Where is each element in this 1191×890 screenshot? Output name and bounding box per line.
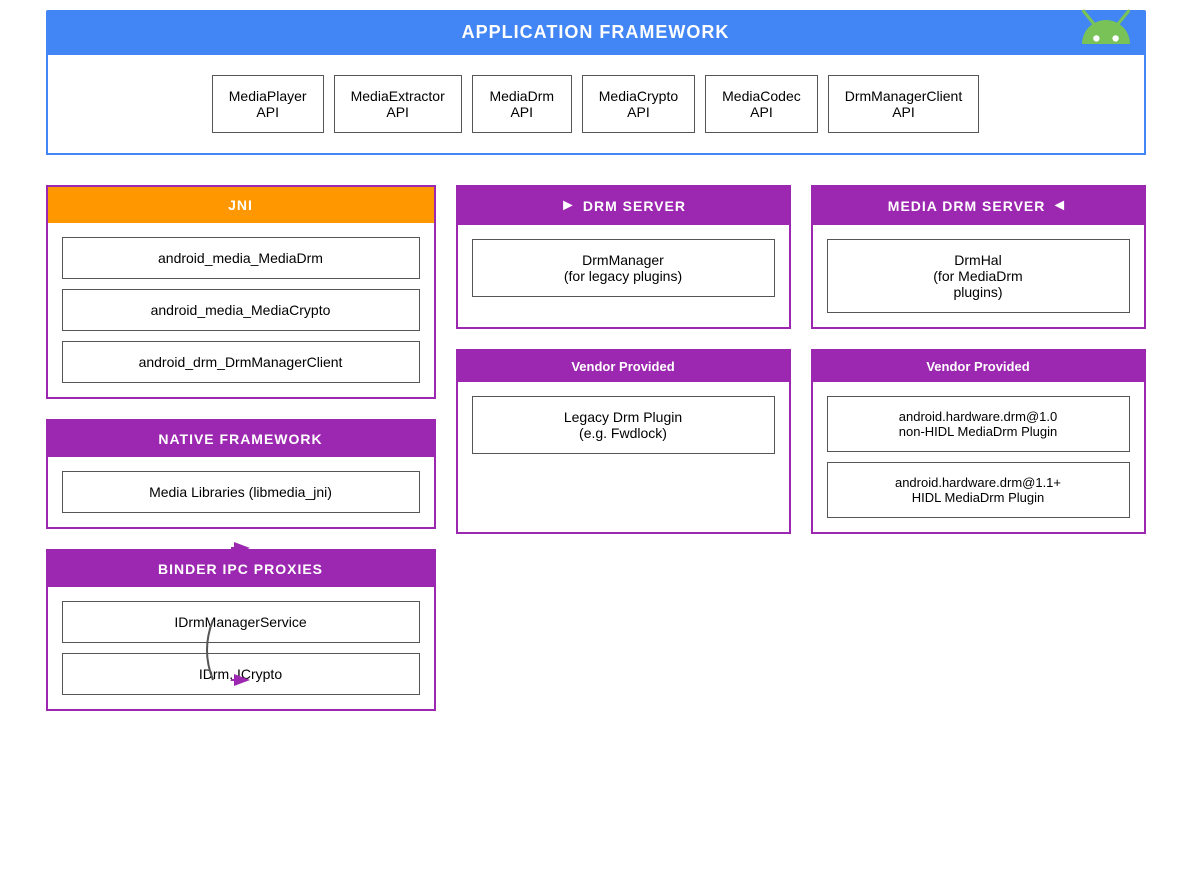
jni-item-2: android_media_MediaCrypto (62, 289, 420, 331)
drm-server-label: DRM SERVER (583, 198, 686, 214)
api-box-mediaextractor: MediaExtractorAPI (334, 75, 462, 133)
app-framework-header: APPLICATION FRAMEWORK (46, 10, 1146, 55)
jni-body: android_media_MediaDrm android_media_Med… (48, 223, 434, 397)
vendor-left-body: Legacy Drm Plugin (e.g. Fwdlock) (458, 382, 789, 468)
drm-server-item-1: DrmManager (for legacy plugins) (472, 239, 775, 297)
media-drm-server-section: MEDIA DRM SERVER ◄ DrmHal (for MediaDrm … (811, 185, 1146, 329)
native-framework-section: NATIVE FRAMEWORK Media Libraries (libmed… (46, 419, 436, 529)
media-drm-server-label: MEDIA DRM SERVER (888, 198, 1046, 214)
vendor-right-section: Vendor Provided android.hardware.drm@1.0… (811, 349, 1146, 534)
binder-ipc-section: BINDER IPC PROXIES IDrmManagerService ID… (46, 549, 436, 711)
vendor-left-item-1: Legacy Drm Plugin (e.g. Fwdlock) (472, 396, 775, 454)
main-content: JNI android_media_MediaDrm android_media… (46, 185, 1146, 711)
vendor-right-header: Vendor Provided (813, 351, 1144, 382)
left-sections: JNI android_media_MediaDrm android_media… (46, 185, 436, 711)
vendor-right-item-2: android.hardware.drm@1.1+ HIDL MediaDrm … (827, 462, 1130, 518)
media-drm-server-item-1: DrmHal (for MediaDrm plugins) (827, 239, 1130, 313)
jni-item-1: android_media_MediaDrm (62, 237, 420, 279)
vendor-left-header: Vendor Provided (458, 351, 789, 382)
native-framework-item-1: Media Libraries (libmedia_jni) (62, 471, 420, 513)
native-framework-body: Media Libraries (libmedia_jni) (48, 457, 434, 527)
jni-item-3: android_drm_DrmManagerClient (62, 341, 420, 383)
drm-server-header: ► DRM SERVER (458, 187, 789, 225)
api-box-mediacodec: MediaCodecAPI (705, 75, 818, 133)
api-box-mediaplayer: MediaPlayerAPI (212, 75, 324, 133)
drm-server-body: DrmManager (for legacy plugins) (458, 225, 789, 311)
binder-ipc-item-2: IDrm, ICrypto (62, 653, 420, 695)
vendor-right-body: android.hardware.drm@1.0 non-HIDL MediaD… (813, 382, 1144, 532)
binder-ipc-item-1: IDrmManagerService (62, 601, 420, 643)
android-logo (1066, 0, 1146, 85)
api-box-drmmanagerclient: DrmManagerClientAPI (828, 75, 979, 133)
native-framework-header: NATIVE FRAMEWORK (48, 421, 434, 457)
bottom-right-row: Vendor Provided Legacy Drm Plugin (e.g. … (456, 349, 1146, 534)
top-right-row: ► DRM SERVER DrmManager (for legacy plug… (456, 185, 1146, 329)
binder-ipc-header: BINDER IPC PROXIES (48, 551, 434, 587)
vendor-right-item-1: android.hardware.drm@1.0 non-HIDL MediaD… (827, 396, 1130, 452)
jni-header: JNI (48, 187, 434, 223)
right-sections: ► DRM SERVER DrmManager (for legacy plug… (456, 185, 1146, 711)
app-framework-body: MediaPlayerAPI MediaExtractorAPI MediaDr… (46, 55, 1146, 155)
app-framework-section: APPLICATION FRAMEWORK MediaPlayerAPI Med… (46, 10, 1146, 155)
drm-server-section: ► DRM SERVER DrmManager (for legacy plug… (456, 185, 791, 329)
jni-section: JNI android_media_MediaDrm android_media… (46, 185, 436, 399)
media-drm-server-header: MEDIA DRM SERVER ◄ (813, 187, 1144, 225)
media-drm-server-body: DrmHal (for MediaDrm plugins) (813, 225, 1144, 327)
api-box-mediacrypto: MediaCryptoAPI (582, 75, 695, 133)
api-box-mediadrm: MediaDrmAPI (472, 75, 572, 133)
binder-ipc-body: IDrmManagerService IDrm, ICrypto (48, 587, 434, 709)
vendor-left-section: Vendor Provided Legacy Drm Plugin (e.g. … (456, 349, 791, 534)
